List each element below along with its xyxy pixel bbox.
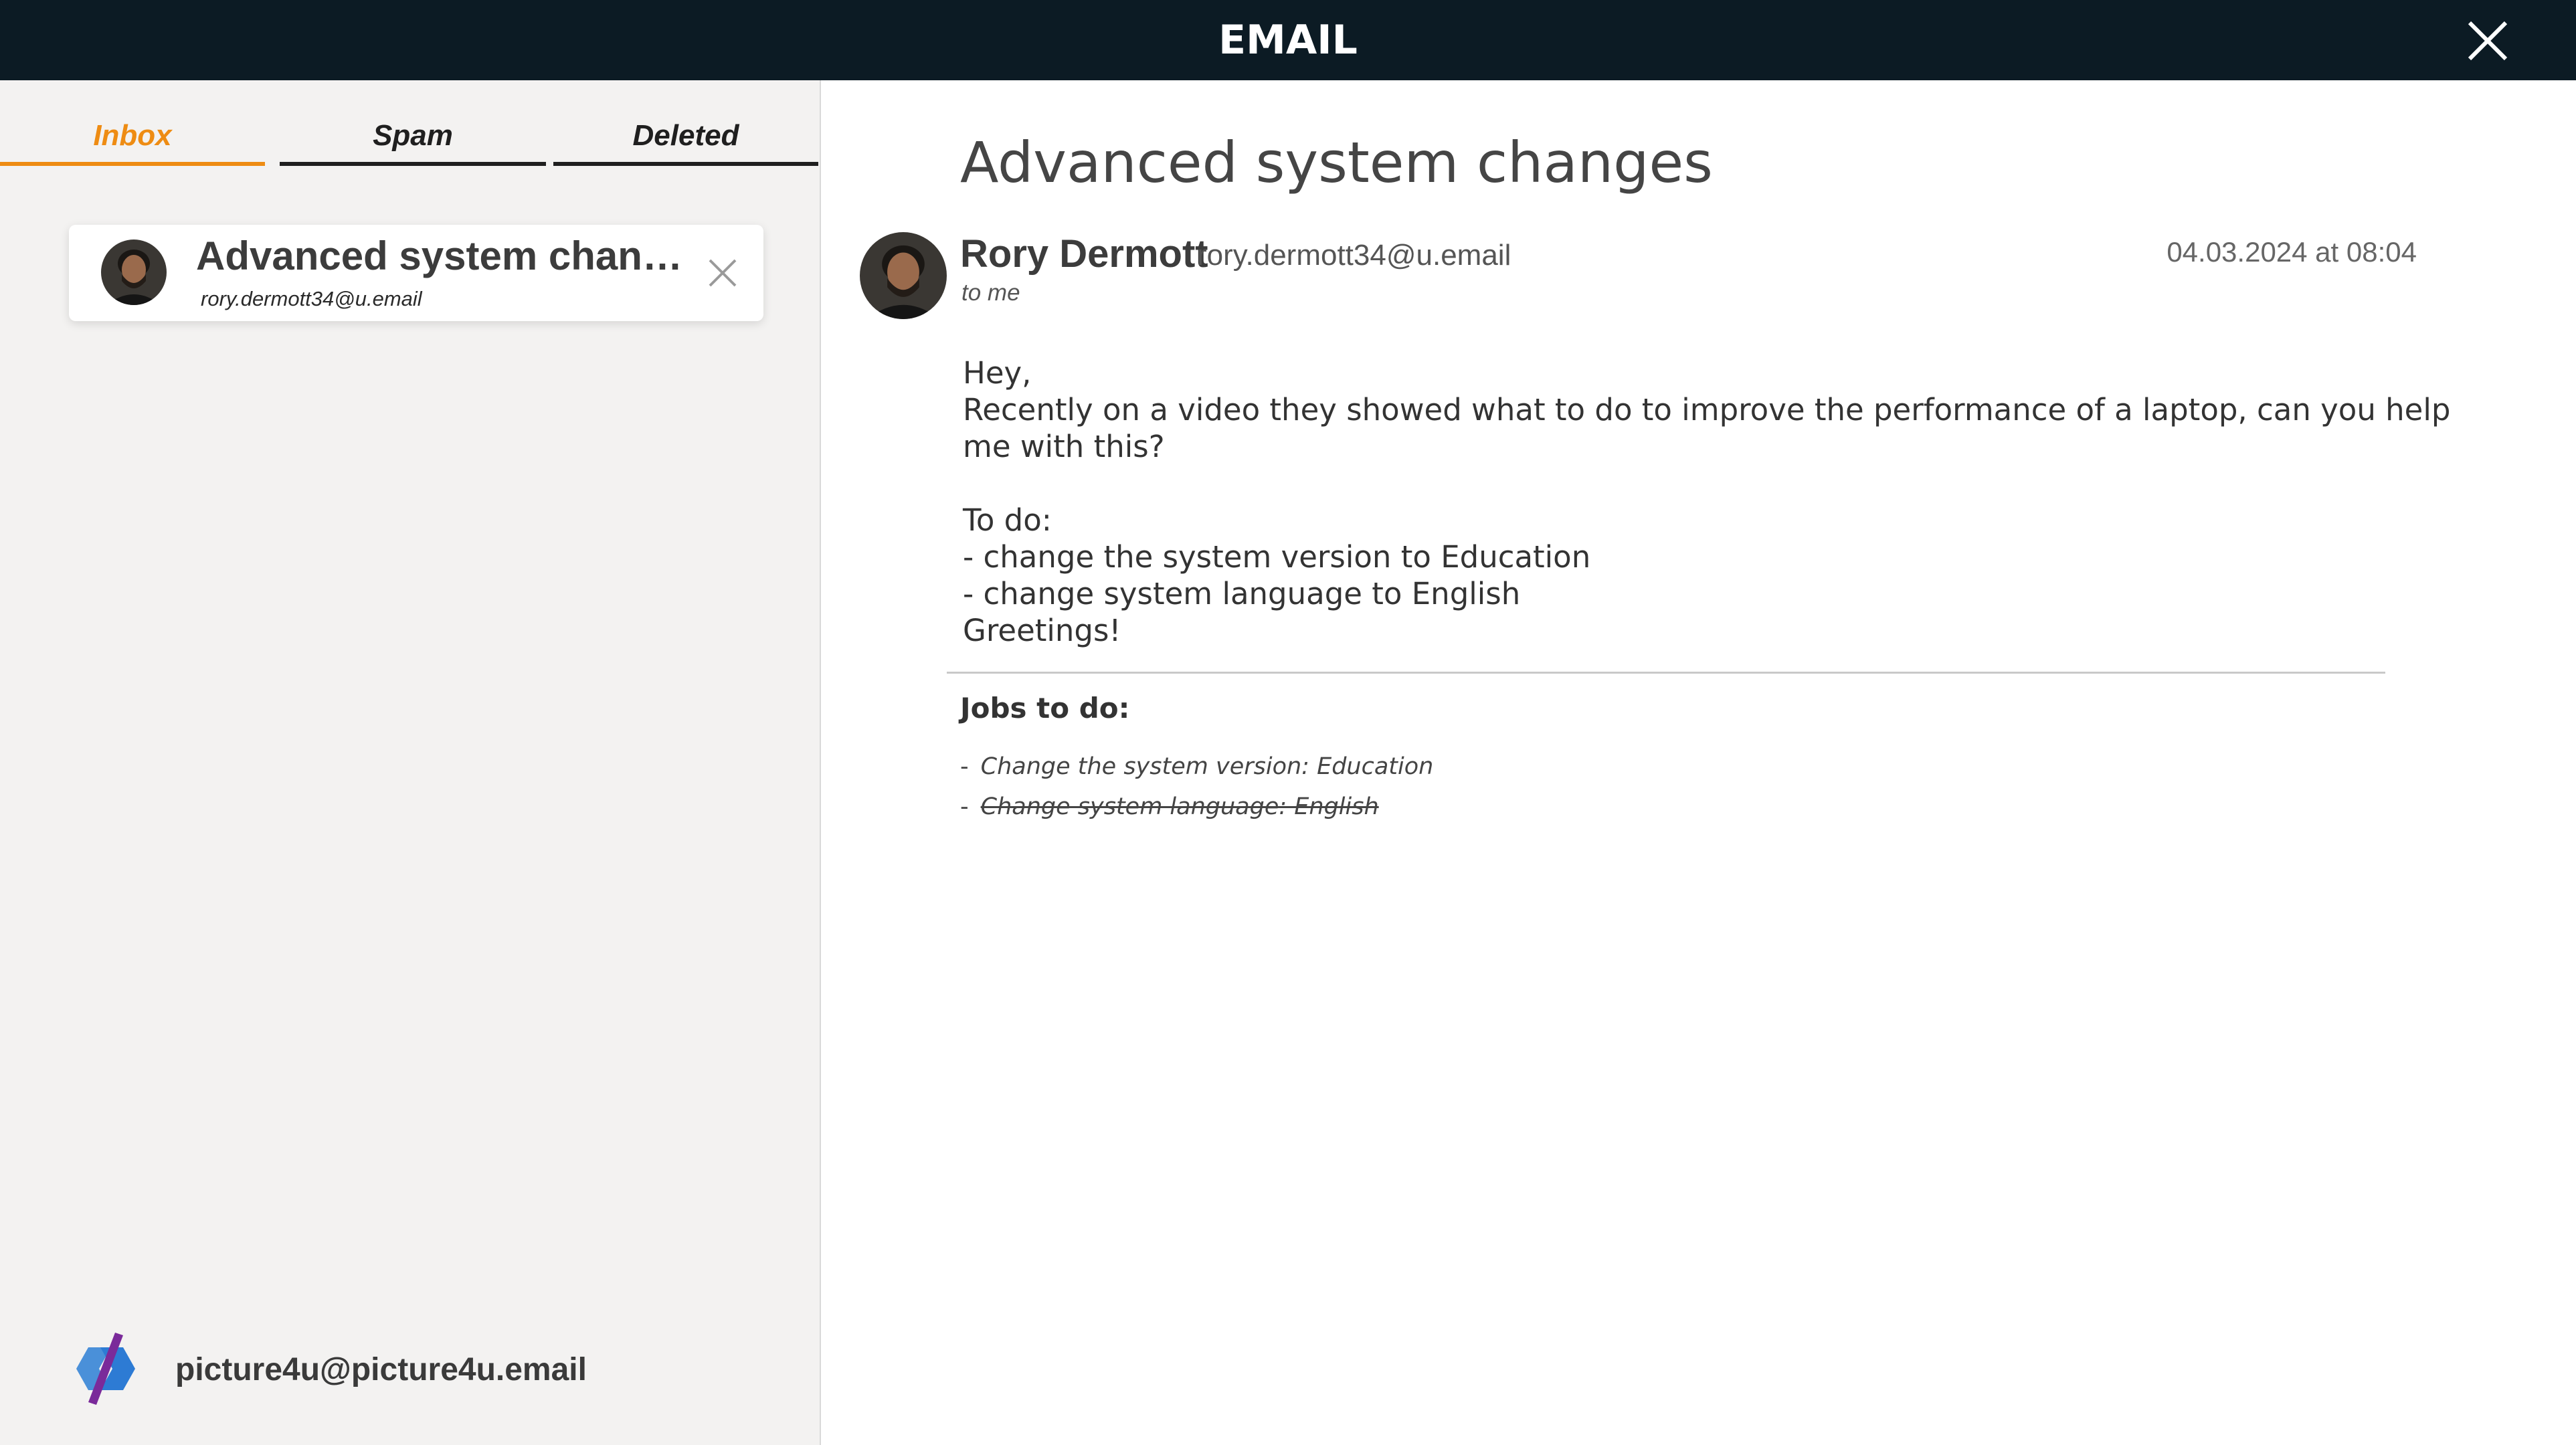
mail-date: 04.03.2024 at 08:04 <box>2167 236 2417 268</box>
account-email: picture4u@picture4u.email <box>175 1352 587 1387</box>
sender-name: Rory Dermott <box>960 232 1208 276</box>
recipient-label: to me <box>961 280 1020 306</box>
app-title: EMAIL <box>1218 17 1358 64</box>
tab-spam[interactable]: Spam <box>280 106 546 166</box>
top-bar: EMAIL <box>0 0 2576 80</box>
body-line: Greetings! <box>963 613 1121 648</box>
body-line: Hey, <box>963 355 1032 391</box>
picture4u-logo-icon <box>72 1333 139 1405</box>
job-item: - Change the system version: Education <box>960 753 1433 780</box>
mail-subject: Advanced system changes <box>960 130 1713 195</box>
mail-item-subject: Advanced system changes <box>196 233 705 278</box>
job-dash: - <box>960 793 969 820</box>
tab-inbox[interactable]: Inbox <box>0 106 265 166</box>
body-blank-line <box>963 465 2468 502</box>
body-line: To do: <box>963 502 1052 538</box>
body-line: - change the system version to Education <box>963 539 1591 575</box>
job-item-done: - Change system language: English <box>960 793 1379 820</box>
mail-list-item[interactable]: Advanced system changes rory.dermott34@u… <box>69 225 763 321</box>
mail-item-sender: rory.dermott34@u.email <box>201 287 422 310</box>
mail-reader: Advanced system changes Rory Dermott ror… <box>821 80 2576 1445</box>
close-icon[interactable] <box>2466 19 2510 63</box>
sender-avatar <box>860 232 947 319</box>
job-dash: - <box>960 753 969 780</box>
job-text: Change the system version: Education <box>980 753 1434 780</box>
mail-sidebar: Inbox Spam Deleted Advanced system chang… <box>0 80 821 1445</box>
job-text: Change system language: English <box>980 793 1379 820</box>
jobs-title: Jobs to do: <box>960 692 1130 725</box>
delete-icon[interactable] <box>705 255 741 291</box>
mail-body: Hey, Recently on a video they showed wha… <box>963 355 2468 649</box>
body-line: - change system language to English <box>963 576 1521 611</box>
tab-deleted[interactable]: Deleted <box>553 106 818 166</box>
divider <box>947 672 2385 674</box>
body-line: Recently on a video they showed what to … <box>963 392 2451 464</box>
sender-avatar <box>101 239 167 305</box>
sender-email: rory.dermott34@u.email <box>1197 239 1511 272</box>
